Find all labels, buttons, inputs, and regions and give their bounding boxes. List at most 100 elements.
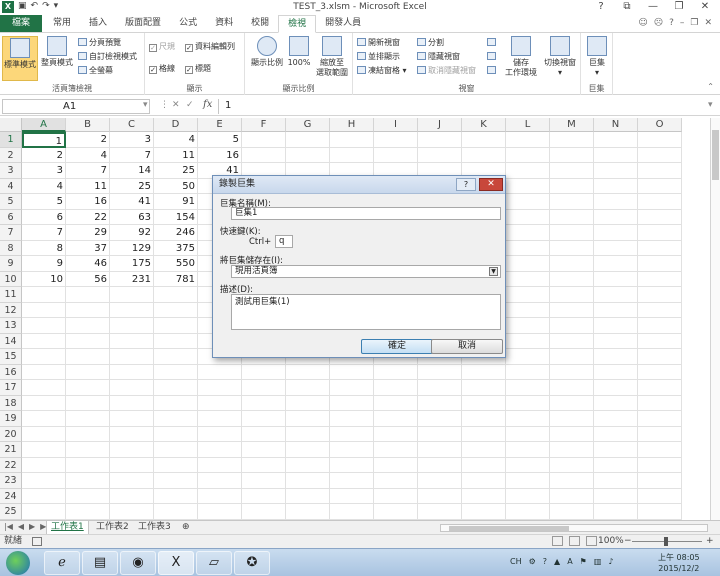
cell-G21[interactable] [286,442,330,458]
cell-J22[interactable] [418,457,462,473]
macros-button[interactable]: 巨集 ▾ [584,36,610,78]
cell-D1[interactable]: 4 [154,132,198,148]
row-header-2[interactable]: 2 [0,147,22,163]
cell-C4[interactable]: 25 [110,178,154,194]
save-workspace-button[interactable]: 儲存 工作環境 [503,36,539,78]
cell-O6[interactable] [638,209,682,225]
row-header-11[interactable]: 11 [0,287,22,303]
column-header-M[interactable]: M [550,118,594,132]
cell-M23[interactable] [550,473,594,489]
cell-I20[interactable] [374,426,418,442]
cell-H16[interactable] [330,364,374,380]
cell-B15[interactable] [66,349,110,365]
cell-M17[interactable] [550,380,594,396]
cell-N17[interactable] [594,380,638,396]
cell-C6[interactable]: 63 [110,209,154,225]
row-header-7[interactable]: 7 [0,225,22,241]
zoom-100-button[interactable]: 100% [287,36,311,68]
column-header-H[interactable]: H [330,118,374,132]
cell-B24[interactable] [66,488,110,504]
cell-G17[interactable] [286,380,330,396]
cell-N8[interactable] [594,240,638,256]
row-header-16[interactable]: 16 [0,364,22,380]
cell-H19[interactable] [330,411,374,427]
cell-E18[interactable] [198,395,242,411]
reset-position-button[interactable] [487,65,498,76]
cell-J23[interactable] [418,473,462,489]
custom-views-button[interactable]: 自訂檢視模式 [78,51,137,62]
cell-D2[interactable]: 11 [154,147,198,163]
cell-I23[interactable] [374,473,418,489]
macro-record-icon[interactable] [32,537,42,546]
cell-D6[interactable]: 154 [154,209,198,225]
new-window-button[interactable]: 開新視窗 [357,37,400,48]
cell-L10[interactable] [506,271,550,287]
close-workbook-icon[interactable]: ✕ [704,15,712,32]
cell-L9[interactable] [506,256,550,272]
cell-N1[interactable] [594,132,638,148]
cell-L21[interactable] [506,442,550,458]
horizontal-scrollbar[interactable] [440,524,708,532]
cell-D19[interactable] [154,411,198,427]
cell-O2[interactable] [638,147,682,163]
page-layout-view-button[interactable]: 整頁模式 [40,36,74,68]
tab-review[interactable]: 校閱 [242,15,278,32]
zoom-knob[interactable] [664,537,668,546]
cell-N12[interactable] [594,302,638,318]
cell-I17[interactable] [374,380,418,396]
cell-M18[interactable] [550,395,594,411]
tab-home[interactable]: 常用 [44,15,80,32]
row-header-4[interactable]: 4 [0,178,22,194]
cell-J2[interactable] [418,147,462,163]
cell-O10[interactable] [638,271,682,287]
tray-expand-icon[interactable]: ▲ [554,557,560,566]
cell-F23[interactable] [242,473,286,489]
cell-E22[interactable] [198,457,242,473]
cell-M19[interactable] [550,411,594,427]
cell-A8[interactable]: 8 [22,240,66,256]
cell-K1[interactable] [462,132,506,148]
cell-A12[interactable] [22,302,66,318]
cell-A14[interactable] [22,333,66,349]
cell-M7[interactable] [550,225,594,241]
cell-M10[interactable] [550,271,594,287]
cell-K2[interactable] [462,147,506,163]
cell-C23[interactable] [110,473,154,489]
row-header-24[interactable]: 24 [0,488,22,504]
zoom-in-icon[interactable]: + [706,535,714,548]
dialog-help-button[interactable]: ? [456,178,476,191]
cell-M14[interactable] [550,333,594,349]
cell-O20[interactable] [638,426,682,442]
cell-H22[interactable] [330,457,374,473]
row-header-25[interactable]: 25 [0,504,22,520]
cell-D24[interactable] [154,488,198,504]
column-header-G[interactable]: G [286,118,330,132]
cell-A1[interactable]: 1 [22,132,66,148]
ime-icon[interactable]: ⚙ [529,557,536,566]
cell-K18[interactable] [462,395,506,411]
cell-M5[interactable] [550,194,594,210]
cell-C18[interactable] [110,395,154,411]
restore-icon[interactable]: ❐ [666,0,692,15]
cell-E17[interactable] [198,380,242,396]
cell-D4[interactable]: 50 [154,178,198,194]
normal-view-button[interactable]: 標準模式 [2,36,38,81]
cell-L12[interactable] [506,302,550,318]
cell-K24[interactable] [462,488,506,504]
row-header-8[interactable]: 8 [0,240,22,256]
split-button[interactable]: 分割 [417,37,444,48]
cell-D10[interactable]: 781 [154,271,198,287]
row-header-14[interactable]: 14 [0,333,22,349]
cell-C8[interactable]: 129 [110,240,154,256]
cell-L5[interactable] [506,194,550,210]
confirm-entry-icon[interactable]: ✓ [186,100,194,110]
cell-A18[interactable] [22,395,66,411]
cell-M2[interactable] [550,147,594,163]
sheet-tab-2[interactable]: 工作表2 [92,521,133,534]
cell-F24[interactable] [242,488,286,504]
cell-C16[interactable] [110,364,154,380]
cell-J19[interactable] [418,411,462,427]
cell-C7[interactable]: 92 [110,225,154,241]
cell-K16[interactable] [462,364,506,380]
minimize-icon[interactable]: — [640,0,666,15]
